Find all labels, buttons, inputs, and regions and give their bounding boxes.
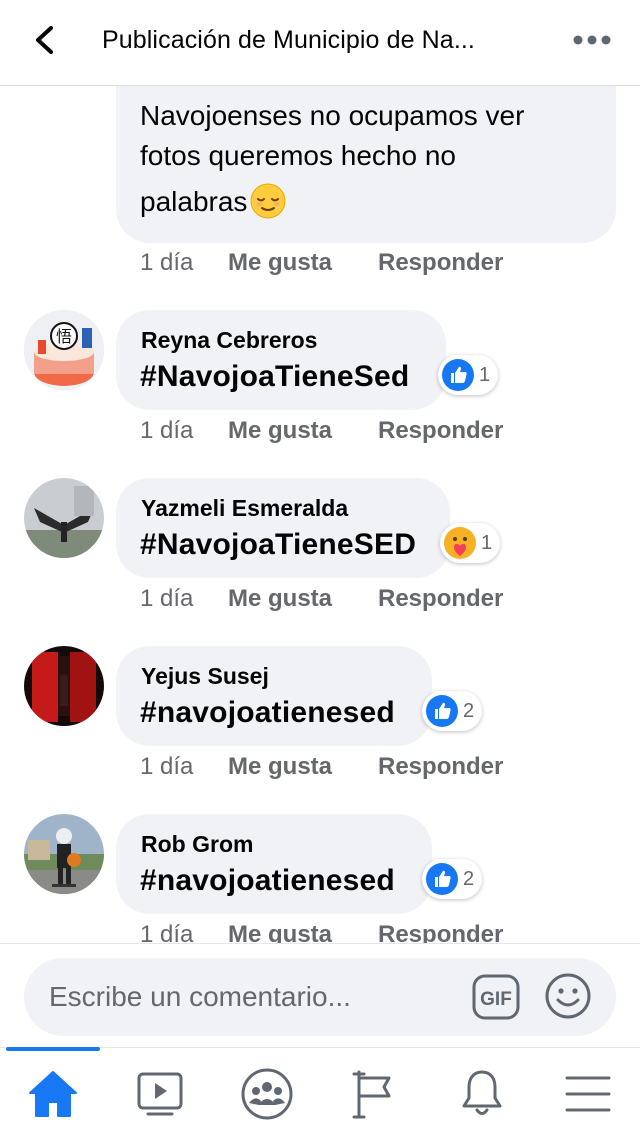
like-reaction-icon [426,695,458,727]
smiley-icon [545,973,591,1019]
svg-text:悟: 悟 [56,327,72,346]
comment-time[interactable]: 1 día [140,249,228,277]
reply-link[interactable]: Responder [378,249,503,277]
avatar-sculpture-image [24,478,104,558]
avatar[interactable]: 悟 [24,310,104,390]
comment-composer-bar: GIF [0,943,640,1047]
comment-bubble[interactable]: Yazmeli Esmeralda #NavojoaTieneSED [116,478,450,578]
nav-home[interactable] [23,1064,83,1124]
comments-list: Navojoenses no ocupamos ver fotos querem… [0,86,640,943]
comment-bubble[interactable]: Rob Grom #navojoatienesed [116,814,432,914]
gif-icon: GIF [472,974,520,1020]
nav-notifications[interactable] [452,1064,512,1124]
reply-link[interactable]: Responder [378,753,503,781]
comment-actions: 1 día Me gusta Responder [140,582,503,616]
comment-author[interactable]: Reyna Cebreros [141,327,317,354]
comment-actions: 1 día Me gusta Responder [140,246,503,280]
pages-flag-icon [352,1070,391,1119]
nav-groups[interactable] [237,1064,297,1124]
bottom-navigation [0,1047,640,1136]
emoji-button[interactable] [544,972,592,1020]
reply-link[interactable]: Responder [378,417,503,445]
chevron-left-icon [36,26,53,54]
care-reaction-icon [444,527,476,559]
video-icon [137,1072,183,1116]
comment-bubble[interactable]: Yejus Susej #navojoatienesed [116,646,432,746]
comment-actions: 1 día Me gusta Responder [140,750,503,784]
comment-time[interactable]: 1 día [140,585,228,613]
bell-icon [462,1070,502,1115]
like-link[interactable]: Me gusta [228,921,378,943]
reaction-count: 1 [479,363,491,386]
like-link[interactable]: Me gusta [228,417,378,445]
comment-time[interactable]: 1 día [140,417,228,445]
comment-input[interactable] [24,958,454,1036]
like-reaction-icon [442,359,474,391]
nav-menu[interactable] [558,1064,618,1124]
gif-label: GIF [480,989,512,1010]
avatar[interactable] [24,814,104,894]
comment-text-last: palabras [140,186,248,217]
like-reaction-icon [426,863,458,895]
home-icon [29,1071,77,1117]
top-bar: Publicación de Municipio de Na... [0,0,640,86]
avatar[interactable] [24,646,104,726]
comment-text-line: fotos queremos hecho no [140,140,456,171]
avatar[interactable] [24,478,104,558]
active-tab-indicator [6,1047,100,1051]
comment-actions: 1 día Me gusta Responder [140,414,503,448]
gif-button[interactable]: GIF [472,974,520,1020]
comment-author[interactable]: Yejus Susej [141,663,269,690]
back-button[interactable] [26,20,66,60]
like-link[interactable]: Me gusta [228,585,378,613]
comment-text[interactable]: #navojoatienesed [140,864,395,898]
reaction-summary[interactable]: 2 [422,859,483,899]
avatar-cake-image: 悟 [24,310,104,390]
nav-pages[interactable] [344,1064,404,1124]
avatar-red-room-image [24,646,104,726]
groups-icon [241,1068,293,1120]
like-link[interactable]: Me gusta [228,753,378,781]
reaction-summary[interactable]: 1 [440,523,501,563]
comment-actions: 1 día Me gusta Responder [140,918,503,943]
reaction-summary[interactable]: 1 [438,355,499,395]
reaction-count: 2 [463,867,475,890]
page-title: Publicación de Municipio de Na... [102,26,475,54]
relieved-face-emoji-icon [250,183,286,219]
comment-time[interactable]: 1 día [140,921,228,943]
comment-text[interactable]: #NavojoaTieneSed [140,360,409,394]
comment-time[interactable]: 1 día [140,753,228,781]
like-link[interactable]: Me gusta [228,249,378,277]
reply-link[interactable]: Responder [378,921,503,943]
comment-text[interactable]: #NavojoaTieneSED [140,528,416,562]
avatar-street-image [24,814,104,894]
reply-link[interactable]: Responder [378,585,503,613]
comment-author[interactable]: Yazmeli Esmeralda [141,495,348,522]
reaction-count: 2 [463,699,475,722]
comment-text[interactable]: #navojoatienesed [140,696,395,730]
reaction-summary[interactable]: 2 [422,691,483,731]
comment-bubble[interactable]: Navojoenses no ocupamos ver fotos querem… [116,86,616,243]
nav-video[interactable] [130,1064,190,1124]
comment-composer: GIF [24,958,616,1036]
more-options-button[interactable] [568,24,616,56]
comment-text-line: Navojoenses no ocupamos ver [140,100,525,131]
comment-text: Navojoenses no ocupamos ver fotos querem… [140,96,610,222]
comment-text-line: palabras [140,182,610,222]
menu-icon [565,1076,611,1112]
comment-author[interactable]: Rob Grom [141,831,253,858]
reaction-count: 1 [481,531,493,554]
more-horizontal-icon [573,35,611,45]
comment-bubble[interactable]: Reyna Cebreros #NavojoaTieneSed [116,310,446,410]
